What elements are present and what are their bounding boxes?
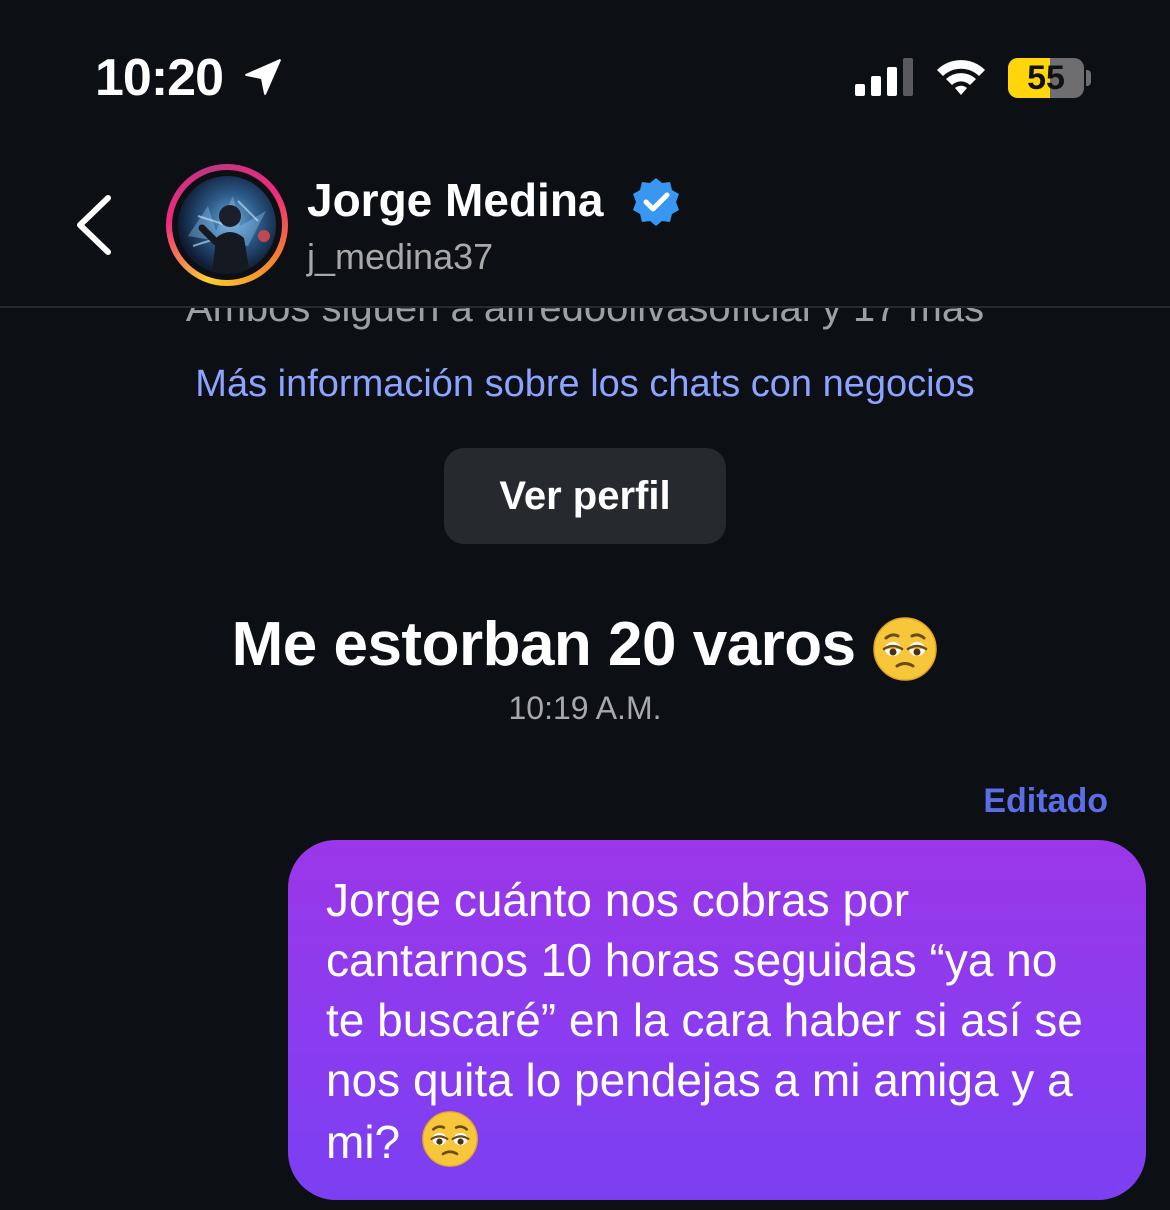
verified-badge-icon: [633, 178, 679, 226]
avatar: [178, 176, 276, 274]
received-message-text: Me estorban 20 varos: [231, 610, 857, 679]
avatar-image: [188, 196, 270, 274]
sent-message-bubble[interactable]: Jorge cuánto nos cobras por cantarnos 10…: [288, 840, 1146, 1200]
contact-name[interactable]: Jorge Medina: [307, 172, 604, 228]
battery-icon: 55: [1008, 58, 1084, 98]
avatar-frame: [172, 170, 282, 280]
back-chevron-icon[interactable]: [66, 192, 126, 258]
wifi-icon: [937, 60, 985, 95]
location-arrow-icon: [245, 59, 281, 95]
avatar-story-ring[interactable]: [166, 164, 288, 286]
pleading-face-emoji-icon: [873, 616, 938, 681]
pleading-face-emoji-icon: [422, 1111, 478, 1167]
status-time: 10:20: [95, 49, 224, 107]
battery-cap: [1086, 70, 1091, 86]
message-timestamp: 10:19 A.M.: [508, 690, 662, 726]
received-message[interactable]: Me estorban 20 varos: [0, 608, 1170, 682]
contact-username: j_medina37: [307, 236, 494, 277]
business-chats-info-link[interactable]: Más información sobre los chats con nego…: [0, 360, 1170, 408]
header-divider: [0, 306, 1170, 308]
edited-label[interactable]: Editado: [983, 780, 1108, 822]
battery-level: 55: [1027, 59, 1065, 97]
view-profile-button[interactable]: Ver perfil: [444, 448, 726, 544]
sent-message-text-wrap: Jorge cuánto nos cobras por cantarnos 10…: [326, 870, 1106, 1172]
status-bar: 10:20 55: [0, 0, 1170, 150]
cellular-signal-icon: [855, 58, 913, 96]
